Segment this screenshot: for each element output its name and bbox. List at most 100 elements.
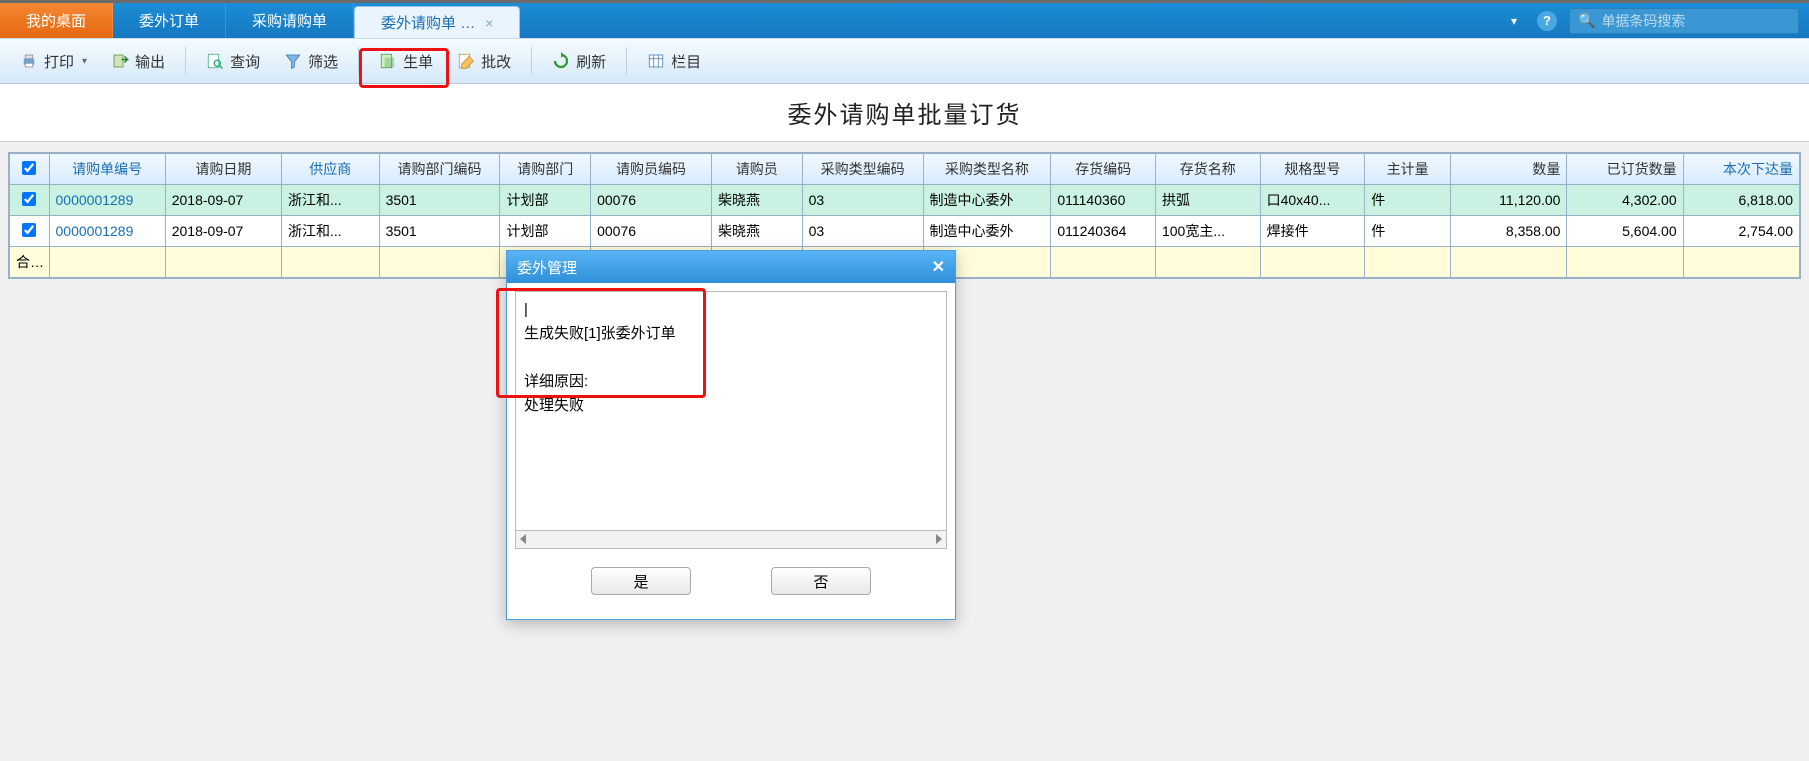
col-dept-code[interactable]: 请购部门编码 [379,154,500,185]
cell-supplier: 浙江和... [281,216,379,247]
toolbar-separator [531,47,532,75]
global-search[interactable]: 🔍 [1569,8,1799,34]
table-row[interactable]: 0000001289 2018-09-07 浙江和... 3501 计划部 00… [10,216,1800,247]
col-uom[interactable]: 主计量 [1365,154,1451,185]
cell-req-no[interactable]: 0000001289 [49,185,165,216]
batch-edit-label: 批改 [481,51,511,72]
dialog-no-button[interactable]: 否 [771,567,871,595]
print-label: 打印 [44,51,74,72]
col-ptype-code[interactable]: 采购类型编码 [802,154,923,185]
cell-buyer: 柴晓燕 [711,216,802,247]
col-buyer-code[interactable]: 请购员编码 [591,154,712,185]
cell-ptype-code: 03 [802,216,923,247]
row-checkbox[interactable] [22,223,36,237]
cell-dept: 计划部 [500,185,591,216]
col-inv-code[interactable]: 存货编码 [1051,154,1156,185]
cell-req-date: 2018-09-07 [165,185,281,216]
cell-buyer-code: 00076 [591,185,712,216]
cell-inv-code: 011140360 [1051,185,1156,216]
table-header-row: 请购单编号 请购日期 供应商 请购部门编码 请购部门 请购员编码 请购员 采购类… [10,154,1800,185]
tab-purchase-req[interactable]: 采购请购单 [226,3,354,38]
columns-icon [647,52,665,70]
filter-label: 筛选 [308,51,338,72]
batch-edit-icon [457,52,475,70]
export-icon [111,52,129,70]
columns-button[interactable]: 栏目 [637,47,711,76]
col-dept[interactable]: 请购部门 [500,154,591,185]
cell-supplier: 浙江和... [281,185,379,216]
generate-button[interactable]: 生单 [369,47,443,76]
refresh-button[interactable]: 刷新 [542,47,616,76]
cell-ordered-qty: 4,302.00 [1567,185,1683,216]
cell-ptype-name: 制造中心委外 [923,216,1051,247]
export-label: 输出 [135,51,165,72]
cell-dept-code: 3501 [379,185,500,216]
batch-edit-button[interactable]: 批改 [447,47,521,76]
toolbar-separator [185,47,186,75]
cell-spec: 焊接件 [1260,216,1365,247]
dialog-close-icon[interactable]: ✕ [932,257,945,277]
cell-uom: 件 [1365,185,1451,216]
cell-ptype-name: 制造中心委外 [923,185,1051,216]
search-icon: 🔍 [1578,12,1595,29]
cell-dept: 计划部 [500,216,591,247]
col-buyer[interactable]: 请购员 [711,154,802,185]
cell-dept-code: 3501 [379,216,500,247]
dialog-yes-button[interactable]: 是 [591,567,691,595]
filter-button[interactable]: 筛选 [274,47,348,76]
col-supplier[interactable]: 供应商 [281,154,379,185]
tab-desktop[interactable]: 我的桌面 [0,3,113,38]
table-row[interactable]: 0000001289 2018-09-07 浙江和... 3501 计划部 00… [10,185,1800,216]
cell-inv-name: 100宽主... [1155,216,1260,247]
tab-outsource-order[interactable]: 委外订单 [113,3,226,38]
columns-label: 栏目 [671,51,701,72]
col-checkbox[interactable] [10,154,50,185]
cell-this-qty: 6,818.00 [1683,185,1799,216]
help-icon[interactable]: ? [1537,11,1557,31]
query-label: 查询 [230,51,260,72]
select-all-checkbox[interactable] [22,161,36,175]
tab-bar: 我的桌面 委外订单 采购请购单 委外请购单 … × ▾ ? 🔍 [0,0,1809,38]
dialog-message: | 生成失败[1]张委外订单 详细原因: 处理失败 [515,291,947,531]
refresh-icon [552,52,570,70]
cell-total-label: 合计 [10,247,50,278]
cell-inv-name: 拱弧 [1155,185,1260,216]
horizontal-scrollbar[interactable] [515,531,947,549]
dialog-buttons: 是 否 [515,549,947,611]
cell-uom: 件 [1365,216,1451,247]
cell-ordered-qty: 5,604.00 [1567,216,1683,247]
dialog-body: | 生成失败[1]张委外订单 详细原因: 处理失败 是 否 [507,283,955,619]
col-ordered-qty[interactable]: 已订货数量 [1567,154,1683,185]
export-button[interactable]: 输出 [101,47,175,76]
cell-qty: 8,358.00 [1451,216,1567,247]
col-this-qty[interactable]: 本次下达量 [1683,154,1799,185]
generate-label: 生单 [403,51,433,72]
refresh-label: 刷新 [576,51,606,72]
toolbar: 打印 ▾ 输出 查询 筛选 生单 批改 刷新 [0,38,1809,84]
col-req-no[interactable]: 请购单编号 [49,154,165,185]
tab-outsource-req[interactable]: 委外请购单 … × [354,6,520,38]
page-title: 委外请购单批量订货 [0,84,1809,142]
row-checkbox[interactable] [22,192,36,206]
global-search-input[interactable] [1601,13,1790,29]
query-button[interactable]: 查询 [196,47,270,76]
cell-req-no[interactable]: 0000001289 [49,216,165,247]
cell-qty: 11,120.00 [1451,185,1567,216]
dialog-titlebar[interactable]: 委外管理 ✕ [507,251,955,283]
cell-ptype-code: 03 [802,185,923,216]
col-spec[interactable]: 规格型号 [1260,154,1365,185]
chevron-down-icon: ▾ [82,56,87,67]
query-icon [206,52,224,70]
toolbar-separator [626,47,627,75]
col-ptype-name[interactable]: 采购类型名称 [923,154,1051,185]
print-button[interactable]: 打印 ▾ [10,47,97,76]
toolbar-separator [358,47,359,75]
col-inv-name[interactable]: 存货名称 [1155,154,1260,185]
cell-inv-code: 011240364 [1051,216,1156,247]
tab-close-icon[interactable]: × [485,15,493,31]
col-req-date[interactable]: 请购日期 [165,154,281,185]
tabbar-dropdown-icon[interactable]: ▾ [1503,14,1525,28]
dialog-title: 委外管理 [517,257,577,278]
cell-spec: 口40x40... [1260,185,1365,216]
col-qty[interactable]: 数量 [1451,154,1567,185]
